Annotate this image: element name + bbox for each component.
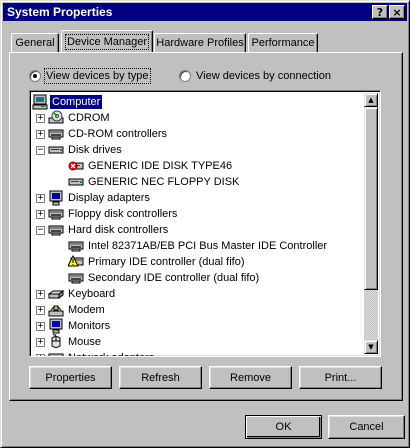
- tree-row-label: Computer: [50, 95, 103, 109]
- tree-row-label: Display adapters: [68, 192, 150, 204]
- tree-row[interactable]: GENERIC IDE DISK TYPE46: [32, 158, 366, 174]
- expand-icon[interactable]: +: [36, 306, 45, 315]
- tree-row[interactable]: + Monitors: [32, 318, 366, 334]
- scroll-down-button[interactable]: ▼: [364, 340, 378, 354]
- tree-row[interactable]: + Network adapters: [32, 350, 366, 356]
- disk-error-icon: [68, 158, 84, 174]
- expand-icon[interactable]: +: [36, 290, 45, 299]
- tree-row[interactable]: + CD-ROM controllers: [32, 126, 366, 142]
- controller-icon: [48, 222, 64, 238]
- tree-row-label: Primary IDE controller (dual fifo): [88, 256, 245, 268]
- tab-hardware-profiles[interactable]: Hardware Profiles: [154, 33, 246, 52]
- properties-button-label: Properties: [45, 371, 96, 384]
- computer-icon: [32, 94, 48, 110]
- tab-hardware-profiles-label: Hardware Profiles: [156, 37, 244, 49]
- device-tree[interactable]: Computer + CDROM + CD-ROM controllers − Disk d…: [29, 90, 381, 357]
- tree-row-label: Floppy disk controllers: [68, 208, 178, 220]
- device-tree-list: Computer + CDROM + CD-ROM controllers − Disk d…: [32, 93, 366, 356]
- tree-row-label: Modem: [68, 304, 105, 316]
- controller-icon: [48, 206, 64, 222]
- scroll-thumb[interactable]: [364, 107, 378, 290]
- cancel-button-label: Cancel: [349, 421, 384, 433]
- radio-circle: [179, 70, 191, 82]
- tab-performance[interactable]: Performance: [248, 33, 318, 52]
- remove-button-label: Remove: [230, 371, 271, 384]
- modem-icon: [48, 302, 64, 318]
- expand-icon[interactable]: +: [36, 114, 45, 123]
- expand-icon[interactable]: +: [36, 338, 45, 347]
- view-by-type-label: View devices by type: [44, 68, 151, 84]
- tree-row-label: Network adapters: [66, 351, 156, 356]
- tree-row-label: Intel 82371AB/EB PCI Bus Master IDE Cont…: [88, 240, 328, 252]
- refresh-button[interactable]: Refresh: [119, 366, 202, 389]
- ok-button-label: OK: [275, 421, 292, 433]
- tree-row-label: CDROM: [68, 112, 110, 124]
- properties-button[interactable]: Properties: [29, 366, 112, 389]
- tree-row-label: CD-ROM controllers: [68, 128, 168, 140]
- tree-row[interactable]: GENERIC NEC FLOPPY DISK: [32, 174, 366, 190]
- display-adapter-icon: [48, 190, 64, 206]
- collapse-icon[interactable]: −: [36, 146, 45, 155]
- tree-row[interactable]: + Mouse: [32, 334, 366, 350]
- view-by-connection-label: View devices by connection: [196, 70, 331, 82]
- tree-row-label: Disk drives: [68, 144, 122, 156]
- expand-icon[interactable]: +: [36, 130, 45, 139]
- window-title: System Properties: [7, 5, 113, 19]
- tree-row-label: GENERIC IDE DISK TYPE46: [88, 160, 233, 172]
- controller-warning-icon: [67, 254, 84, 270]
- tree-row[interactable]: + Floppy disk controllers: [32, 206, 366, 222]
- tree-row[interactable]: + Keyboard: [32, 286, 366, 302]
- monitor-icon: [48, 318, 64, 334]
- close-button[interactable]: ×: [389, 5, 405, 19]
- expand-icon[interactable]: +: [36, 322, 45, 331]
- tree-row[interactable]: + Display adapters: [32, 190, 366, 206]
- tab-performance-label: Performance: [251, 37, 315, 49]
- tree-row[interactable]: Intel 82371AB/EB PCI Bus Master IDE Cont…: [32, 238, 366, 254]
- tab-general[interactable]: General: [11, 33, 59, 52]
- tab-device-manager[interactable]: Device Manager: [61, 30, 153, 52]
- tree-row-label: GENERIC NEC FLOPPY DISK: [88, 176, 240, 188]
- controller-icon: [48, 126, 64, 142]
- title-bar[interactable]: System Properties ? ×: [3, 3, 407, 21]
- tree-row-label: Hard disk controllers: [68, 224, 169, 236]
- tree-row-label: Mouse: [68, 336, 102, 348]
- help-button[interactable]: ?: [372, 5, 388, 19]
- tree-row-label: Monitors: [68, 320, 111, 332]
- tree-row[interactable]: + CDROM: [32, 110, 366, 126]
- tree-row-label: Keyboard: [68, 288, 116, 300]
- expand-icon[interactable]: +: [36, 354, 45, 356]
- radio-circle: [29, 70, 41, 82]
- tree-row[interactable]: − Hard disk controllers: [32, 222, 366, 238]
- mouse-icon: [48, 334, 64, 350]
- view-by-connection-radio[interactable]: View devices by connection: [179, 68, 331, 84]
- refresh-button-label: Refresh: [141, 371, 180, 384]
- cdrom-icon: [48, 110, 64, 126]
- expand-icon[interactable]: +: [36, 194, 45, 203]
- print-button[interactable]: Print...: [299, 366, 382, 389]
- expand-icon[interactable]: +: [36, 210, 45, 219]
- tree-row[interactable]: Computer: [32, 94, 366, 110]
- view-by-type-radio[interactable]: View devices by type: [29, 68, 151, 84]
- system-properties-window: System Properties ? × General Device Man…: [0, 0, 410, 448]
- tree-row-label: Secondary IDE controller (dual fifo): [88, 272, 260, 284]
- tree-row[interactable]: Primary IDE controller (dual fifo): [32, 254, 366, 270]
- vertical-scrollbar[interactable]: ▲ ▼: [364, 93, 378, 354]
- tab-device-manager-label: Device Manager: [64, 33, 150, 50]
- disk-drive-icon: [48, 142, 64, 158]
- cancel-button[interactable]: Cancel: [328, 415, 405, 439]
- print-button-label: Print...: [324, 371, 357, 384]
- controller-icon: [68, 238, 84, 254]
- tree-row[interactable]: − Disk drives: [32, 142, 366, 158]
- collapse-icon[interactable]: −: [36, 226, 45, 235]
- ok-button[interactable]: OK: [245, 415, 322, 439]
- keyboard-icon: [47, 286, 65, 302]
- network-icon: [48, 350, 64, 356]
- scroll-up-button[interactable]: ▲: [364, 93, 378, 107]
- remove-button[interactable]: Remove: [209, 366, 292, 389]
- controller-icon: [68, 270, 84, 286]
- tree-row[interactable]: Secondary IDE controller (dual fifo): [32, 270, 366, 286]
- disk-drive-icon: [68, 174, 84, 190]
- tab-general-label: General: [15, 37, 55, 49]
- tree-row[interactable]: + Modem: [32, 302, 366, 318]
